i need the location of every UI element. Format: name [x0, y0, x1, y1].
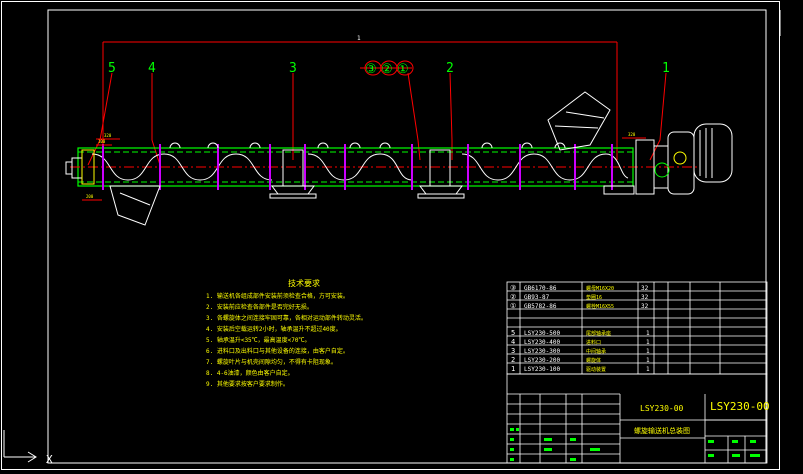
part-code: GB6170-86: [524, 285, 557, 292]
tech-req-item-2: 2. 安装前应检查各部件是否完好无损。: [206, 303, 313, 311]
cover-bolts: [169, 142, 566, 149]
part-name: 垫圈16: [586, 294, 602, 301]
parts-list-rows: ③ GB6170-86 螺母M16X20 32 ② GB93-87 垫圈16 3…: [510, 284, 650, 373]
inlet-chute: [547, 91, 611, 151]
part-qty: 32: [641, 294, 649, 301]
balloon-5: 5: [108, 61, 116, 76]
part-qty: 1: [646, 330, 650, 337]
part-code: GB5782-86: [524, 303, 557, 310]
tech-req-item-9: 9. 其他要求按客户要求制作。: [206, 380, 289, 388]
part-name: 驱动装置: [586, 366, 606, 373]
top-dimension-text: 1: [357, 35, 361, 42]
outlet-chute: [109, 185, 161, 226]
tech-req-title: 技术要求: [288, 278, 320, 288]
part-no: 3: [511, 347, 515, 355]
tech-req-item-5: 5. 轴承温升<35℃，最高温度<70℃。: [206, 336, 311, 344]
conveyor-assembly: 320 100 200 320: [65, 91, 733, 226]
balloon-4: 4: [148, 61, 156, 76]
tech-req-item-6: 6. 进料口及出料口与其他设备的连接，由客户自定。: [206, 347, 349, 355]
small-dim-lines: [82, 137, 646, 201]
ucs-axis-icon: [3, 430, 37, 463]
dim-320-right: 320: [628, 132, 636, 137]
tech-req-item-4: 4. 安装后空载运转2小时，轴承温升不超过40度。: [206, 325, 342, 333]
top-dimension: [102, 41, 618, 160]
part-qty: 32: [641, 303, 649, 310]
inner-frame: [47, 9, 767, 464]
part-code: LSY230-500: [524, 330, 561, 337]
part-name: 进料口: [586, 339, 601, 346]
part-no: ③: [510, 284, 516, 292]
cad-drawing: 1 5 4 3 ③ ② ① 2 1 320 100 200 320 技术要求 1…: [1, 1, 781, 470]
title-name: 螺旋输送机总装图: [634, 426, 690, 435]
part-name: 螺旋体: [586, 357, 601, 364]
part-name: 螺母M16X20: [586, 285, 614, 292]
tech-req-item-1: 1. 输送机各组成部件安装前须检查合格，方可安装。: [206, 292, 349, 300]
dim-200-left: 200: [86, 194, 94, 199]
part-no: 4: [511, 338, 515, 346]
part-qty: 1: [646, 348, 650, 355]
tech-req-item-8: 8. 4-6油漆，颜色由客户自定。: [206, 369, 294, 377]
part-code: GB93-87: [524, 294, 550, 301]
balloon-3: 3: [289, 61, 297, 76]
part-qty: 1: [646, 366, 650, 373]
part-code: LSY230-100: [524, 366, 561, 373]
dim-320-left: 320: [104, 133, 112, 138]
part-name: 尾部轴承座: [586, 330, 611, 337]
tech-req-item-3: 3. 各螺旋体之间连接牢固可靠，各相对运动部件转动灵活。: [206, 314, 367, 322]
tech-req-item-7: 7. 螺旋叶片与机壳间隙均匀，不得有卡阻现象。: [206, 358, 337, 366]
part-qty: 1: [646, 339, 650, 346]
part-qty: 1: [646, 357, 650, 364]
balloon-1: 1: [662, 61, 670, 76]
part-qty: 32: [641, 285, 649, 292]
dim-100-left: 100: [98, 139, 106, 144]
part-code: LSY230-300: [524, 348, 561, 355]
part-code: LSY230-400: [524, 339, 561, 346]
part-no: 1: [511, 365, 515, 373]
part-no: 5: [511, 329, 515, 337]
part-no: ②: [510, 293, 516, 301]
part-name: 中间轴承: [586, 348, 606, 355]
technical-requirements: 技术要求 1. 输送机各组成部件安装前须检查合格，方可安装。 2. 安装前应检查…: [206, 278, 367, 388]
title-drawing-no: LSY230-00: [640, 404, 684, 413]
part-name: 螺栓M16X55: [586, 303, 614, 310]
balloon-2: 2: [446, 61, 454, 76]
title-drawing-no-large: LSY230-00: [710, 400, 770, 413]
part-no: 2: [511, 356, 515, 364]
ucs-x-label: X: [46, 453, 53, 466]
part-code: LSY230-200: [524, 357, 561, 364]
part-no: ①: [510, 302, 516, 310]
leaders: [87, 67, 667, 166]
